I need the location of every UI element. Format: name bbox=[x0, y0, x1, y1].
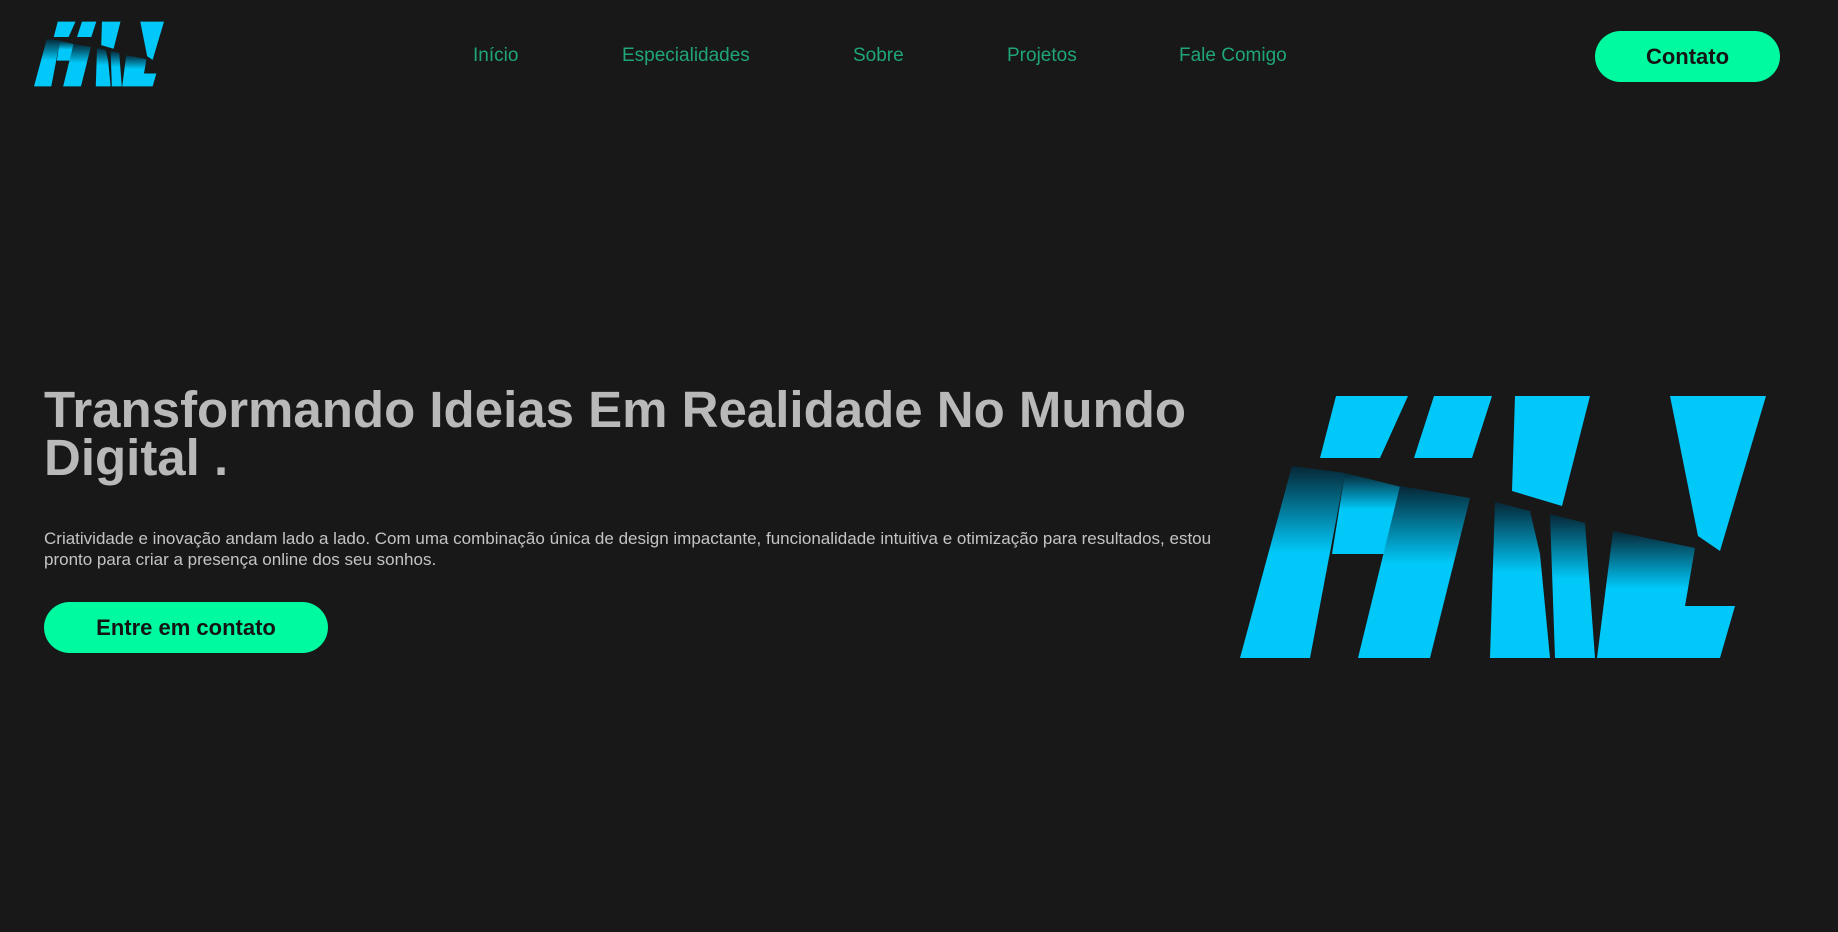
contact-button[interactable]: Contato bbox=[1595, 31, 1780, 82]
get-in-touch-button[interactable]: Entre em contato bbox=[44, 602, 328, 653]
nav-link-sobre[interactable]: Sobre bbox=[853, 44, 904, 68]
hero-title: Transformando Ideias Em Realidade No Mun… bbox=[44, 381, 1187, 486]
nav-link-especialidades[interactable]: Especialidades bbox=[622, 44, 750, 68]
site-header: Início Especialidades Sobre Projetos Fal… bbox=[0, 0, 1838, 112]
nav-link-projetos[interactable]: Projetos bbox=[1007, 44, 1077, 68]
hero-description: Criatividade e inovação andam lado a lad… bbox=[44, 529, 1212, 569]
landing-page: Início Especialidades Sobre Projetos Fal… bbox=[0, 0, 1838, 932]
nav-link-fale-comigo[interactable]: Fale Comigo bbox=[1179, 44, 1287, 68]
hnl-logo-large-icon bbox=[1240, 396, 1766, 658]
nav-link-inicio[interactable]: Início bbox=[473, 44, 518, 68]
hero-logo bbox=[1240, 396, 1766, 658]
main-nav: Início Especialidades Sobre Projetos Fal… bbox=[0, 44, 1838, 68]
